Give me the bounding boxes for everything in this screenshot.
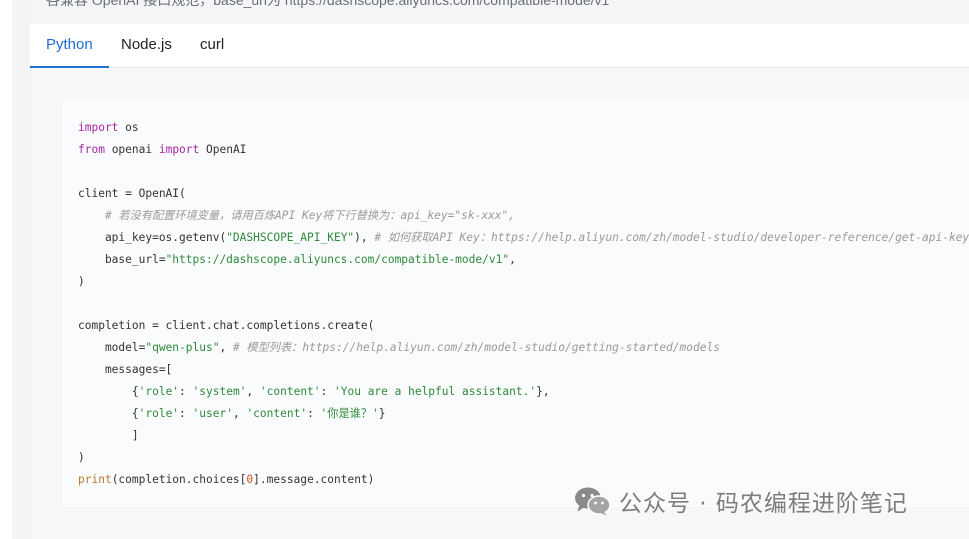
- code-token: }: [378, 407, 386, 420]
- code-token: :: [179, 385, 193, 398]
- code-token: import: [78, 121, 119, 134]
- code-token: api_key=os.getenv(: [78, 231, 227, 244]
- code-string: 'content': [259, 385, 321, 398]
- tab-curl[interactable]: curl: [184, 24, 240, 67]
- left-border: [12, 0, 30, 539]
- code-token: client = OpenAI(: [78, 187, 186, 200]
- code-token: {: [78, 385, 139, 398]
- code-token: ): [78, 275, 85, 288]
- code-string: '你是谁？': [320, 407, 379, 420]
- code-token: ): [78, 451, 85, 464]
- code-token: ,: [232, 407, 247, 420]
- watermark: 公众号 · 码农编程进阶笔记: [573, 484, 908, 518]
- language-tabs: Python Node.js curl: [30, 24, 969, 68]
- code-token: {: [78, 407, 139, 420]
- code-string: 'content': [246, 407, 308, 420]
- code-panel: import os from openai import OpenAI clie…: [30, 68, 969, 539]
- code-string: 'role': [138, 385, 180, 398]
- code-token: :: [320, 385, 335, 398]
- left-gutter: [0, 0, 12, 539]
- tab-python[interactable]: Python: [30, 24, 109, 68]
- code-string: 'You are a helpful assistant.': [334, 385, 537, 398]
- code-token: openai: [104, 143, 159, 156]
- code-comment: # 若没有配置环境变量，请用百炼API Key将下行替换为：api_key="s…: [78, 209, 516, 222]
- code-string: 'role': [138, 407, 180, 420]
- code-token: :: [307, 407, 321, 420]
- code-token: },: [536, 385, 550, 398]
- code-token: model=: [78, 341, 146, 354]
- code-token: (completion.choices[: [111, 473, 247, 486]
- code-token: OpenAI: [199, 143, 247, 156]
- top-note: 各兼容 OpenAI 接口规范，base_url为 https://dashsc…: [46, 0, 610, 8]
- code-string: "https://dashscope.aliyuncs.com/compatib…: [165, 253, 510, 266]
- code-comment: # 模型列表：https://help.aliyun.com/zh/model-…: [232, 341, 720, 354]
- code-token: ].message.content): [253, 473, 375, 486]
- code-string: "DASHSCOPE_API_KEY": [226, 231, 355, 244]
- code-token: completion = client.chat.completions.cre…: [78, 319, 375, 332]
- code-string: 'user': [192, 407, 233, 420]
- code-text: import os from openai import OpenAI clie…: [78, 117, 969, 491]
- code-token: ]: [78, 429, 139, 442]
- wechat-icon: [575, 487, 611, 516]
- watermark-text: 公众号 · 码农编程进阶笔记: [619, 491, 908, 517]
- code-token: messages=[: [78, 363, 173, 376]
- code-token: os: [118, 121, 139, 134]
- code-token: ,: [246, 385, 260, 398]
- code-token: :: [179, 407, 193, 420]
- tab-nodejs[interactable]: Node.js: [105, 24, 188, 67]
- code-string: "qwen-plus": [145, 341, 220, 354]
- code-token: ,: [219, 341, 233, 354]
- code-token: ,: [509, 253, 516, 266]
- code-string: 'system': [192, 385, 247, 398]
- code-function: print: [78, 473, 112, 486]
- code-token: from: [78, 143, 105, 156]
- code-token: import: [158, 143, 200, 156]
- code-comment: # 如何获取API Key：https://help.aliyun.com/zh…: [374, 231, 969, 244]
- code-block[interactable]: import os from openai import OpenAI clie…: [62, 99, 969, 507]
- code-token: base_url=: [78, 253, 166, 266]
- code-token: ),: [354, 231, 375, 244]
- top-note-strip: 各兼容 OpenAI 接口规范，base_url为 https://dashsc…: [30, 0, 969, 24]
